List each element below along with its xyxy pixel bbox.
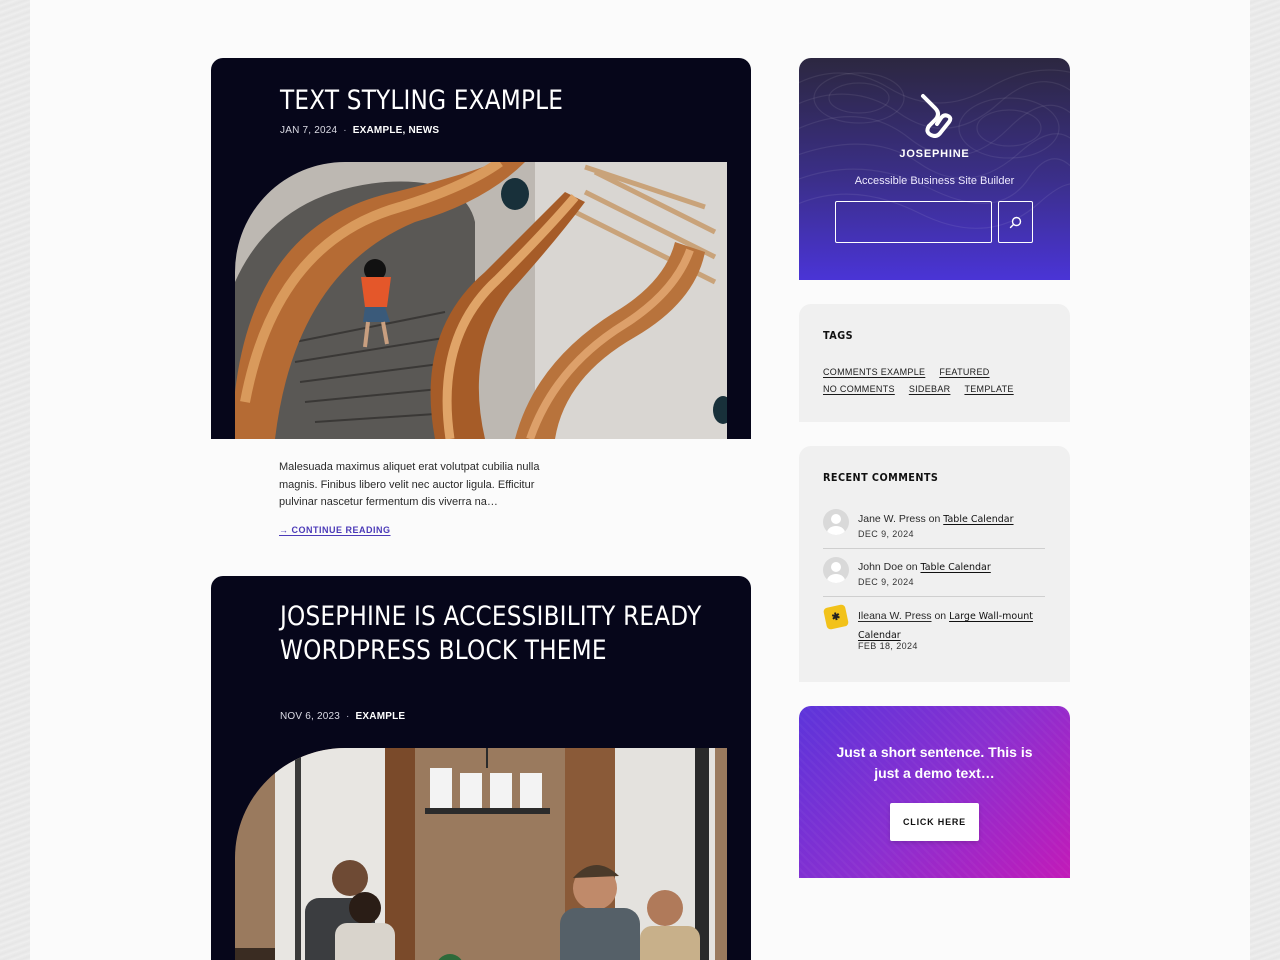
comment-author-link[interactable]: Ileana W. Press xyxy=(858,610,932,622)
search-icon xyxy=(1009,216,1022,228)
brand-widget: JOSEPHINE Accessible Business Site Build… xyxy=(799,58,1070,280)
page-background-right xyxy=(1250,0,1280,960)
recent-comments-widget: RECENT COMMENTS Jane W. Press on Table C… xyxy=(799,446,1070,682)
comment-summary: Jane W. Press on Table Calendar xyxy=(858,510,1048,529)
avatar xyxy=(823,509,849,535)
post-excerpt: Malesuada maximus aliquet erat volutpat … xyxy=(279,461,540,508)
widget-title: TAGS xyxy=(823,329,854,342)
comment-post-link[interactable]: Table Calendar xyxy=(920,562,990,573)
post-meta: JAN 7, 2024 · EXAMPLE, NEWS xyxy=(280,125,439,136)
post-categories[interactable]: EXAMPLE xyxy=(356,711,406,722)
cta-pattern xyxy=(799,706,1070,878)
tag-featured[interactable]: FEATURED xyxy=(939,367,989,377)
tag-no-comments[interactable]: NO COMMENTS xyxy=(823,384,895,394)
comment-summary: John Doe on Table Calendar xyxy=(858,558,1048,577)
tag-template[interactable]: TEMPLATE xyxy=(964,384,1013,394)
post-meta: NOV 6, 2023 · EXAMPLE xyxy=(280,711,405,722)
comment-item: John Doe on Table Calendar DEC 9, 2024 xyxy=(823,555,1045,597)
spiral-staircase-photo xyxy=(235,162,727,439)
click-here-button[interactable]: CLICK HERE xyxy=(890,803,979,841)
cta-widget: Just a short sentence. This is just a de… xyxy=(799,706,1070,878)
comment-author: John Doe xyxy=(858,561,903,573)
post-date: JAN 7, 2024 xyxy=(280,125,338,136)
post-title[interactable]: TEXT STYLING EXAMPLE xyxy=(280,84,727,118)
brand-tagline: Accessible Business Site Builder xyxy=(854,175,1015,187)
comment-date: DEC 9, 2024 xyxy=(858,529,914,539)
comment-date: DEC 9, 2024 xyxy=(858,577,914,587)
post-featured-image[interactable] xyxy=(235,748,727,960)
tag-sidebar[interactable]: SIDEBAR xyxy=(909,384,951,394)
page-background-left xyxy=(0,0,30,960)
search-input[interactable] xyxy=(835,201,992,243)
widget-title: RECENT COMMENTS xyxy=(823,471,939,484)
comment-post-link[interactable]: Table Calendar xyxy=(943,514,1013,525)
comment-item: Jane W. Press on Table Calendar DEC 9, 2… xyxy=(823,507,1045,549)
search-button[interactable] xyxy=(998,201,1033,243)
comment-on-word: on xyxy=(928,513,941,525)
avatar xyxy=(823,557,849,583)
post-card: TEXT STYLING EXAMPLE JAN 7, 2024 · EXAMPLE… xyxy=(211,58,751,439)
comment-summary: Ileana W. Press on Large Wall-mount Cale… xyxy=(858,607,1048,645)
meta-separator: · xyxy=(343,125,347,136)
post-categories[interactable]: EXAMPLE, NEWS xyxy=(353,125,440,136)
comment-on-word: on xyxy=(905,561,918,573)
comment-date: FEB 18, 2024 xyxy=(858,641,918,651)
cta-text: Just a short sentence. This is just a de… xyxy=(836,744,1033,781)
brand-name: JOSEPHINE xyxy=(899,148,970,160)
tag-list: NO COMMENTS SIDEBAR TEMPLATE xyxy=(823,384,1014,394)
post-featured-image[interactable] xyxy=(235,162,727,439)
meta-separator: · xyxy=(346,711,350,722)
josephine-logo-icon xyxy=(921,94,953,138)
continue-reading-link[interactable]: → CONTINUE READING xyxy=(279,525,391,535)
page-content: TEXT STYLING EXAMPLE JAN 7, 2024 · EXAMPLE… xyxy=(30,0,1250,960)
comment-author: Jane W. Press xyxy=(858,513,926,525)
tags-widget: TAGS COMMENTS EXAMPLE FEATURED NO COMMEN… xyxy=(799,304,1070,422)
post-date: NOV 6, 2023 xyxy=(280,711,341,722)
logo-avatar-icon: ✱ xyxy=(822,603,850,631)
post-card: JOSEPHINE IS ACCESSIBILITY READY WORDPRE… xyxy=(211,576,751,960)
comment-on-word: on xyxy=(934,610,947,622)
comment-item: ✱ Ileana W. Press on Large Wall-mount Ca… xyxy=(822,603,1048,656)
post-title[interactable]: JOSEPHINE IS ACCESSIBILITY READY WORDPRE… xyxy=(280,600,727,668)
tag-comments-example[interactable]: COMMENTS EXAMPLE xyxy=(823,367,925,377)
tag-list: COMMENTS EXAMPLE FEATURED xyxy=(823,367,990,377)
office-meeting-photo xyxy=(235,748,727,960)
